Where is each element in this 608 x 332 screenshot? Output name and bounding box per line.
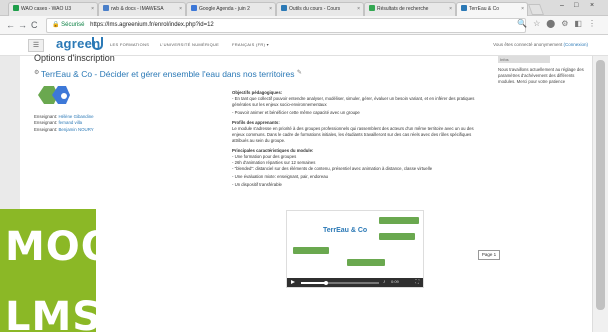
play-icon[interactable]	[291, 280, 295, 284]
video-player[interactable]: TerrEau & Co ♪ 0:09 ⛶	[286, 210, 424, 288]
page-title: Options d'inscription	[34, 53, 115, 63]
tab-favicon-icon	[461, 5, 467, 11]
back-icon[interactable]: ←	[6, 19, 15, 31]
edit-icon[interactable]: ✎	[297, 70, 302, 76]
page-content: Options d'inscription ⚙ TerrEau & Co - D…	[20, 53, 592, 332]
tab-favicon-icon	[369, 5, 375, 11]
tab-favicon-icon	[191, 5, 197, 11]
teacher-name-link[interactable]: fernand villa	[58, 120, 82, 125]
new-tab-button[interactable]	[527, 4, 545, 15]
close-tab-icon[interactable]: ×	[521, 3, 524, 16]
teacher-name-link[interactable]: Hélène Gibandine	[58, 114, 93, 119]
language-menu[interactable]: FRANÇAIS (FR) ▾	[232, 42, 269, 47]
minimize-icon[interactable]: –	[560, 2, 564, 9]
nav-link-formations[interactable]: LES FORMATIONS	[110, 42, 149, 47]
video-progress-bar[interactable]	[301, 280, 379, 285]
video-slide-label	[379, 217, 419, 224]
description-paragraph: Le module s'adresse en priorité à des gr…	[232, 126, 474, 143]
address-bar-row: ← → C 🔒 Sécurisé https://lms.agreenium.f…	[0, 16, 608, 35]
browser-window: WAO cases - WAO U3 × rwb & docs - IMAWESA…	[0, 0, 608, 332]
close-tab-icon[interactable]: ×	[91, 3, 94, 16]
forward-icon[interactable]: →	[18, 19, 27, 31]
url-text: https://lms.agreenium.fr/enrol/index.php…	[90, 22, 214, 28]
lock-icon: 🔒	[52, 22, 60, 28]
tab-label: TerrEau & Co	[469, 6, 500, 12]
tab-label: Outils du cours - Cours	[289, 6, 341, 12]
fullscreen-icon[interactable]: ⛶	[415, 279, 419, 285]
video-slide-label	[379, 233, 415, 240]
video-progress-handle[interactable]	[323, 280, 328, 285]
login-status-text: Vous êtes connecté anonymement	[493, 42, 563, 47]
maximize-icon[interactable]: □	[574, 2, 578, 9]
tab-label: Google Agenda - juin 2	[199, 6, 250, 12]
tab-favicon-icon	[103, 5, 109, 11]
course-title-link[interactable]: ⚙ TerrEau & Co - Décider et gérer ensemb…	[34, 69, 302, 79]
close-tab-icon[interactable]: ×	[179, 3, 182, 16]
page-indicator: Page 1	[478, 250, 500, 260]
tab-strip: WAO cases - WAO U3 × rwb & docs - IMAWESA…	[0, 0, 608, 16]
url-input[interactable]: 🔒 Sécurisé https://lms.agreenium.fr/enro…	[46, 18, 526, 33]
video-controls: ♪ 0:09 ⛶	[287, 278, 423, 287]
course-logo-icon	[38, 86, 70, 104]
course-title-text: TerrEau & Co - Décider et gérer ensemble…	[41, 69, 295, 79]
secure-label: Sécurisé	[61, 22, 85, 28]
browser-tab-active[interactable]: TerrEau & Co ×	[456, 2, 528, 16]
browser-tab[interactable]: Outils du cours - Cours ×	[276, 2, 364, 16]
close-window-icon[interactable]: ×	[590, 2, 594, 9]
overlay-line-mooc: MOOC	[5, 224, 96, 270]
info-block-header: Infos	[498, 56, 550, 63]
teacher-entry: Enseignant: Benjamin NOURY	[34, 126, 94, 132]
overlay-line-lms: LMS	[5, 294, 96, 332]
description-paragraph: - Une évaluation mixte: enseignant, pair…	[232, 174, 329, 179]
info-block: Infos Nous travaillons actuellement au r…	[498, 56, 586, 116]
teacher-name-link[interactable]: Benjamin NOURY	[58, 127, 93, 132]
teacher-list: Enseignant: Hélène Gibandine Enseignant:…	[34, 114, 94, 133]
nav-link-universite[interactable]: L'UNIVERSITÉ NUMÉRIQUE	[160, 42, 219, 47]
video-progress-fill	[301, 282, 326, 284]
menu-toggle-button[interactable]: ☰	[28, 39, 44, 52]
tab-label: Résultats de recherche	[377, 6, 429, 12]
reload-icon[interactable]: C	[31, 19, 38, 31]
description-paragraph: - "blended": distanciel sur des éléments…	[232, 166, 433, 171]
course-icon: ⚙	[34, 70, 42, 76]
close-tab-icon[interactable]: ×	[449, 3, 452, 16]
login-status: Vous êtes connecté anonymement (Connexio…	[493, 42, 588, 47]
browser-tab[interactable]: WAO cases - WAO U3 ×	[8, 2, 98, 16]
tab-label: WAO cases - WAO U3	[21, 6, 72, 12]
browser-tab[interactable]: Google Agenda - juin 2 ×	[186, 2, 276, 16]
video-slide-label	[293, 247, 329, 254]
video-slide-label	[347, 259, 385, 266]
extension-icons[interactable]: 🔍☆⬤⚙◧⋮	[517, 19, 602, 28]
close-tab-icon[interactable]: ×	[269, 3, 272, 16]
video-time: 0:09	[391, 279, 399, 284]
scrollbar-thumb[interactable]	[596, 60, 605, 310]
tab-favicon-icon	[13, 5, 19, 11]
tab-label: rwb & docs - IMAWESA	[111, 6, 164, 12]
description-paragraph: - En tant que collectif pouvoir entendre…	[232, 96, 475, 107]
mooc-lms-overlay: MOOC LMS	[0, 209, 96, 332]
description-paragraph: - Pouvoir animer et bénéficier cette mêm…	[232, 110, 360, 115]
vertical-scrollbar[interactable]	[592, 56, 608, 332]
description-paragraph: - Un dispositif transférable	[232, 182, 282, 187]
course-description: Objectifs pédagogiques: - En tant que co…	[232, 86, 486, 190]
info-block-text: Nous travaillons actuellement au réglage…	[498, 67, 584, 84]
volume-icon[interactable]: ♪	[383, 279, 386, 285]
video-title: TerrEau & Co	[323, 227, 368, 234]
logo-u-mark	[92, 37, 103, 50]
close-tab-icon[interactable]: ×	[357, 3, 360, 16]
tab-favicon-icon	[281, 5, 287, 11]
login-link[interactable]: (Connexion)	[563, 42, 588, 47]
browser-tab[interactable]: Résultats de recherche ×	[364, 2, 456, 16]
browser-tab[interactable]: rwb & docs - IMAWESA ×	[98, 2, 186, 16]
